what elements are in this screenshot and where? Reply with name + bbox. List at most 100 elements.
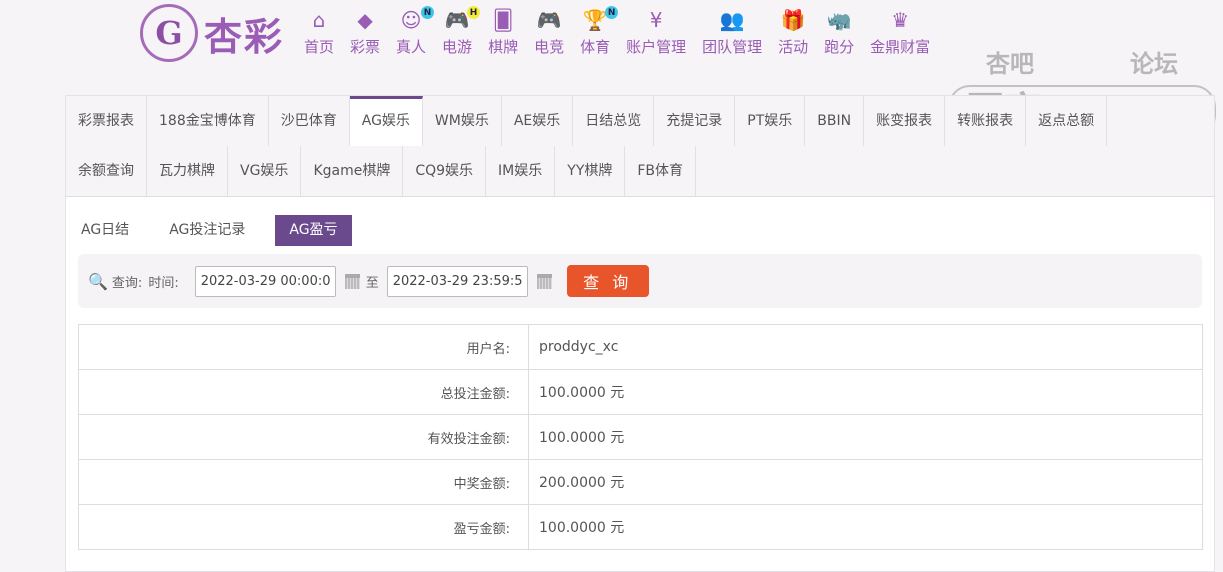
- calendar-icon[interactable]: [536, 273, 552, 289]
- table-row: 总投注金额: 100.0000 元: [78, 369, 1203, 415]
- nav-label: 体育: [580, 38, 611, 56]
- watermark-right: 论坛: [1130, 50, 1178, 78]
- tab-彩票报表[interactable]: 彩票报表: [66, 96, 147, 146]
- row-value: 200.0000 元: [528, 459, 1203, 505]
- row-label: 中奖金额:: [78, 459, 529, 505]
- tab-CQ9娱乐[interactable]: CQ9娱乐: [403, 146, 487, 196]
- subtab-AG投注记录[interactable]: AG投注记录: [159, 215, 255, 246]
- home-icon: ⌂: [312, 8, 326, 32]
- table-row: 盈亏金额: 100.0000 元: [78, 504, 1203, 550]
- tab-row-1: 彩票报表 188金宝博体育 沙巴体育 AG娱乐 WM娱乐 AE娱乐 日结总览 充提记录 PT娱乐…: [66, 96, 1214, 146]
- report-tabs: 彩票报表 188金宝博体育 沙巴体育 AG娱乐 WM娱乐 AE娱乐 日结总览 充提记录 PT娱乐…: [66, 96, 1214, 197]
- nav-item[interactable]: ⌂ 首页: [304, 8, 334, 57]
- tab-转账报表[interactable]: 转账报表: [945, 96, 1027, 146]
- team-icon: 👥: [719, 8, 745, 32]
- tab-row-2: 余额查询 瓦力棋牌 VG娱乐 Kgame棋牌 CQ9娱乐 IM娱乐 YY棋牌 FB体育: [66, 146, 1214, 196]
- gift-icon: 🎁: [780, 8, 806, 32]
- table-row: 中奖金额: 200.0000 元: [78, 459, 1203, 505]
- nav-label: 棋牌: [488, 38, 519, 56]
- badge: N: [421, 6, 435, 19]
- time-label: 时间:: [148, 275, 179, 291]
- row-label: 有效投注金额:: [78, 414, 529, 460]
- badge: H: [467, 6, 481, 19]
- live-dealer-icon: ☺: [400, 8, 422, 32]
- nav-label: 电游: [442, 38, 473, 56]
- table-row: 用户名: proddyc_xc: [78, 324, 1203, 370]
- row-value: 100.0000 元: [528, 369, 1203, 415]
- nav-item[interactable]: 🎮 电竞: [534, 8, 564, 57]
- nav-label: 账户管理: [626, 38, 687, 56]
- nav-item[interactable]: 🎁 活动: [778, 8, 808, 57]
- nav-label: 活动: [778, 38, 809, 56]
- nav-label: 跑分: [824, 38, 855, 56]
- tab-返点总额[interactable]: 返点总额: [1026, 96, 1108, 146]
- tab-账变报表[interactable]: 账变报表: [864, 96, 946, 146]
- nav-label: 团队管理: [702, 38, 763, 56]
- cards-icon: 🂠: [492, 8, 514, 32]
- tab-BBIN[interactable]: BBIN: [805, 96, 865, 146]
- tab-沙巴体育[interactable]: 沙巴体育: [269, 96, 350, 146]
- tab-瓦力棋牌[interactable]: 瓦力棋牌: [147, 146, 228, 196]
- tab-VG娱乐[interactable]: VG娱乐: [228, 146, 302, 196]
- tab-AE娱乐[interactable]: AE娱乐: [502, 96, 574, 146]
- start-time-input[interactable]: [194, 265, 336, 297]
- ticket-icon: ◆: [357, 8, 373, 32]
- subtab-AG日结[interactable]: AG日结: [71, 215, 139, 246]
- nav-item[interactable]: 👥 团队管理: [702, 8, 762, 57]
- badge: N: [605, 6, 619, 19]
- query-label: 查询:: [111, 275, 143, 291]
- logo-mark: G: [140, 4, 198, 62]
- tab-充提记录[interactable]: 充提记录: [654, 96, 736, 146]
- end-time-input[interactable]: [386, 265, 528, 297]
- main-nav: ⌂ 首页 ◆ 彩票 ☺ N 真人 🎮 H 电游 🂠 棋牌 🎮 电竞 🏆 N 体育 ¥ 账户管理 👥 团队管理 🎁 活动 🦏 跑分…: [296, 6, 938, 57]
- result-table: 用户名: proddyc_xc 总投注金额: 100.0000 元有效投注金额: 100…: [78, 324, 1203, 550]
- trophy-icon: 🏆: [582, 8, 608, 32]
- nav-item[interactable]: ◆ 彩票: [350, 8, 380, 57]
- tab-余额查询[interactable]: 余额查询: [66, 146, 147, 196]
- nav-label: 真人: [396, 38, 427, 56]
- tab-日结总览[interactable]: 日结总览: [573, 96, 655, 146]
- nav-item[interactable]: 🏆 N 体育: [580, 6, 619, 57]
- row-value: 100.0000 元: [528, 504, 1203, 550]
- table-row: 有效投注金额: 100.0000 元: [78, 414, 1203, 460]
- nav-label: 金鼎财富: [870, 38, 931, 56]
- row-value: 100.0000 元: [528, 414, 1203, 460]
- row-label: 盈亏金额:: [78, 504, 529, 550]
- nav-item[interactable]: 🦏 跑分: [824, 8, 854, 57]
- header: G 杏彩 ⌂ 首页 ◆ 彩票 ☺ N 真人 🎮 H 电游 🂠 棋牌 🎮 电竞 🏆 N 体育 ¥ 账户管理 👥 团队管理 🎁…: [0, 0, 1223, 137]
- tab-WM娱乐[interactable]: WM娱乐: [423, 96, 502, 146]
- nav-label: 首页: [304, 38, 335, 56]
- calendar-icon[interactable]: [344, 273, 360, 289]
- subtab-AG盈亏[interactable]: AG盈亏: [275, 215, 352, 246]
- report-panel: 彩票报表 188金宝博体育 沙巴体育 AG娱乐 WM娱乐 AE娱乐 日结总览 充提记录 PT娱乐…: [65, 95, 1215, 572]
- nav-item[interactable]: ☺ N 真人: [396, 6, 435, 57]
- row-value: proddyc_xc: [528, 324, 1203, 370]
- query-bar: 🔍 查询: 时间: 至 查 询: [78, 254, 1202, 308]
- watermark-left: 杏吧: [986, 50, 1034, 78]
- rhino-icon: 🦏: [826, 8, 852, 32]
- nav-item[interactable]: ♛ 金鼎财富: [870, 8, 930, 57]
- row-label: 总投注金额:: [78, 369, 529, 415]
- tab-188金宝博体育[interactable]: 188金宝博体育: [147, 96, 269, 146]
- sub-tabs: AG日结 AG投注记录 AG盈亏: [71, 215, 1214, 246]
- tab-YY棋牌[interactable]: YY棋牌: [555, 146, 626, 196]
- logo[interactable]: G 杏彩: [140, 4, 284, 62]
- nav-label: 彩票: [350, 38, 381, 56]
- tab-PT娱乐[interactable]: PT娱乐: [735, 96, 806, 146]
- nav-item[interactable]: 🎮 H 电游: [442, 6, 481, 57]
- yen-coin-icon: ¥: [649, 8, 663, 32]
- row-label: 用户名:: [78, 324, 529, 370]
- gamepad-icon: 🎮: [444, 8, 470, 32]
- search-icon: 🔍: [88, 271, 108, 291]
- tab-Kgame棋牌[interactable]: Kgame棋牌: [301, 146, 404, 196]
- nav-item[interactable]: 🂠 棋牌: [488, 8, 518, 57]
- gamepad-icon: 🎮: [536, 8, 562, 32]
- tab-AG娱乐[interactable]: AG娱乐: [349, 96, 423, 146]
- nav-item[interactable]: ¥ 账户管理: [626, 8, 686, 57]
- tripod-icon: ♛: [891, 8, 910, 32]
- to-label: 至: [365, 275, 379, 291]
- tab-FB体育[interactable]: FB体育: [625, 146, 697, 196]
- nav-label: 电竞: [534, 38, 565, 56]
- tab-IM娱乐[interactable]: IM娱乐: [486, 146, 556, 196]
- query-button[interactable]: 查 询: [566, 265, 649, 297]
